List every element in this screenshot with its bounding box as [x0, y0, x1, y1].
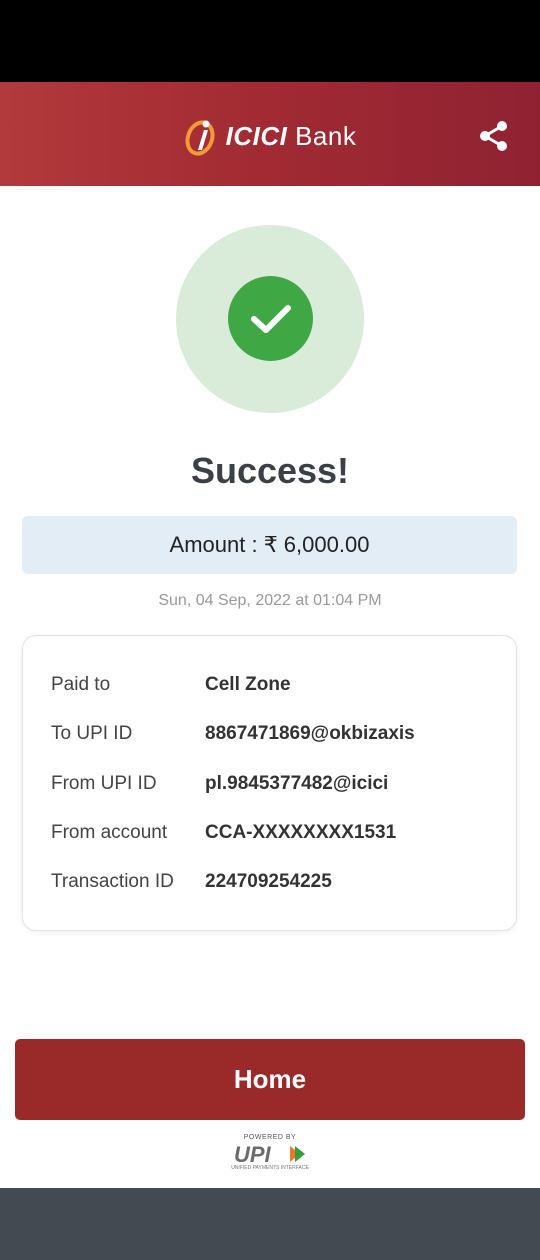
detail-value: Cell Zone: [205, 674, 291, 695]
status-bar: [0, 0, 540, 82]
transaction-details-card: Paid to Cell Zone To UPI ID 8867471869@o…: [22, 635, 517, 931]
icici-logo-icon: [185, 120, 215, 156]
detail-label: From UPI ID: [51, 773, 157, 794]
detail-row-from-upi-id: From UPI ID pl.9845377482@icici: [51, 769, 511, 799]
home-button[interactable]: Home: [15, 1039, 525, 1120]
detail-label: Paid to: [51, 674, 111, 695]
logo-bank: Bank: [295, 120, 357, 151]
detail-value: 8867471869@okbizaxis: [205, 723, 415, 744]
success-badge: [228, 276, 313, 361]
share-icon: [480, 121, 507, 151]
detail-row-to-upi-id: To UPI ID 8867471869@okbizaxis: [51, 719, 511, 749]
amount-text: Amount : ₹ 6,000.00: [169, 532, 370, 557]
upi-logo: POWERED BY UPI UNIFIED PAYMENTS INTERFAC…: [230, 1134, 310, 1176]
share-button[interactable]: [478, 120, 510, 152]
logo-wordmark: ICICI Bank: [226, 121, 357, 152]
detail-label: From account: [51, 822, 168, 843]
detail-label: To UPI ID: [51, 723, 133, 744]
upi-mark: UPI: [234, 1143, 305, 1165]
detail-row-transaction-id: Transaction ID 224709254225: [51, 867, 511, 897]
upi-wordmark: UPI: [234, 1143, 272, 1165]
detail-row-paid-to: Paid to Cell Zone: [51, 670, 511, 700]
check-icon: [250, 304, 291, 333]
system-navigation-bar: [0, 1188, 540, 1260]
detail-value: 224709254225: [205, 871, 332, 892]
amount-banner: Amount : ₹ 6,000.00: [22, 516, 517, 574]
upi-tagline: UNIFIED PAYMENTS INTERFACE: [231, 1165, 309, 1171]
app-header: ICICI Bank: [0, 82, 540, 186]
logo-name: ICICI: [225, 120, 288, 151]
powered-by-label: POWERED BY: [243, 1134, 297, 1141]
detail-value: CCA-XXXXXXXX1531: [205, 822, 397, 843]
detail-value: pl.9845377482@icici: [205, 773, 389, 794]
detail-row-from-account: From account CCA-XXXXXXXX1531: [51, 818, 511, 848]
transaction-timestamp: Sun, 04 Sep, 2022 at 01:04 PM: [158, 592, 382, 609]
detail-label: Transaction ID: [51, 871, 174, 892]
success-title: Success!: [190, 450, 350, 491]
icici-bank-logo: ICICI Bank: [184, 116, 357, 156]
